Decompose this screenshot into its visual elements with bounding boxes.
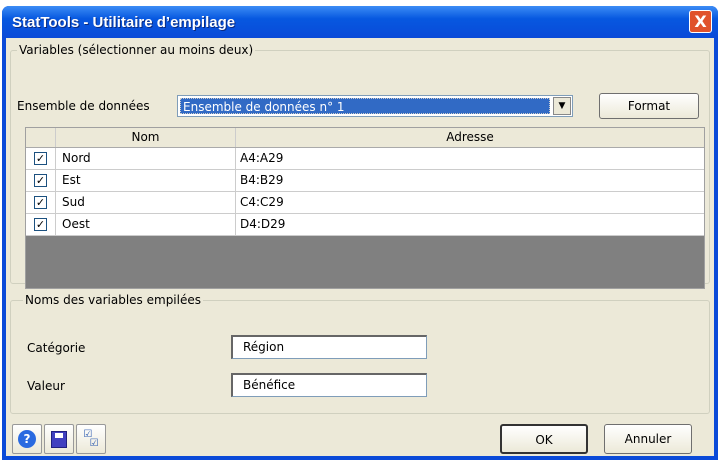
- table-row[interactable]: ✓ Est B4:B29: [26, 170, 704, 192]
- ok-button[interactable]: OK: [500, 424, 588, 454]
- row-checkbox[interactable]: ✓: [34, 218, 47, 231]
- row-check-cell: ✓: [26, 148, 56, 169]
- table-header: Nom Adresse: [26, 128, 704, 148]
- variables-table: Nom Adresse ✓ Nord A4:A29 ✓ Est B4:B29 ✓ Sud C4:…: [25, 127, 705, 289]
- row-address: B4:B29: [240, 173, 284, 187]
- variables-group: Variables (sélectionner au moins deux) E…: [10, 43, 710, 289]
- chevron-down-icon[interactable]: ▼: [553, 97, 571, 115]
- dataset-value: Ensemble de données n° 1: [180, 98, 550, 114]
- row-name: Est: [56, 170, 236, 191]
- save-icon: [51, 430, 67, 448]
- dataset-select[interactable]: Ensemble de données n° 1 ▼: [177, 95, 573, 117]
- row-check-cell: ✓: [26, 214, 56, 235]
- dataset-label: Ensemble de données: [17, 99, 150, 113]
- format-button[interactable]: Format: [599, 93, 699, 119]
- row-check-cell: ✓: [26, 192, 56, 213]
- value-input[interactable]: Bénéfice: [231, 373, 427, 397]
- window-title: StatTools - Utilitaire d’empilage: [12, 13, 236, 31]
- column-header-adresse[interactable]: Adresse: [236, 128, 704, 147]
- title-bar: StatTools - Utilitaire d’empilage: [2, 6, 718, 38]
- help-icon: ?: [18, 430, 36, 448]
- row-checkbox[interactable]: ✓: [34, 196, 47, 209]
- category-input[interactable]: Région: [231, 335, 427, 359]
- row-name: Sud: [56, 192, 236, 213]
- save-button[interactable]: [44, 424, 74, 454]
- checkboxes-icon: ☑ ☑: [83, 429, 99, 449]
- category-label: Catégorie: [27, 341, 86, 355]
- cancel-button[interactable]: Annuler: [604, 424, 692, 454]
- dialog-window: StatTools - Utilitaire d’empilage X Vari…: [2, 6, 718, 460]
- row-check-cell: ✓: [26, 170, 56, 191]
- names-legend: Noms des variables empilées: [23, 293, 203, 307]
- row-name: Oest: [56, 214, 236, 235]
- variables-legend: Variables (sélectionner au moins deux): [17, 43, 256, 57]
- row-checkbox[interactable]: ✓: [34, 152, 47, 165]
- table-row[interactable]: ✓ Sud C4:C29: [26, 192, 704, 214]
- help-button[interactable]: ?: [12, 424, 42, 454]
- table-row[interactable]: ✓ Oest D4:D29: [26, 214, 704, 236]
- row-checkbox[interactable]: ✓: [34, 174, 47, 187]
- value-label: Valeur: [27, 379, 65, 393]
- close-button[interactable]: X: [689, 10, 712, 33]
- row-address: A4:A29: [240, 151, 284, 165]
- column-header-nom[interactable]: Nom: [56, 128, 236, 147]
- row-address: C4:C29: [240, 195, 284, 209]
- dialog-body: Variables (sélectionner au moins deux) E…: [6, 38, 714, 456]
- select-all-button[interactable]: ☑ ☑: [76, 424, 106, 454]
- header-check: [26, 128, 56, 147]
- table-row[interactable]: ✓ Nord A4:A29: [26, 148, 704, 170]
- row-address: D4:D29: [240, 217, 286, 231]
- names-group: Noms des variables empilées Catégorie Ré…: [10, 293, 710, 414]
- row-name: Nord: [56, 148, 236, 169]
